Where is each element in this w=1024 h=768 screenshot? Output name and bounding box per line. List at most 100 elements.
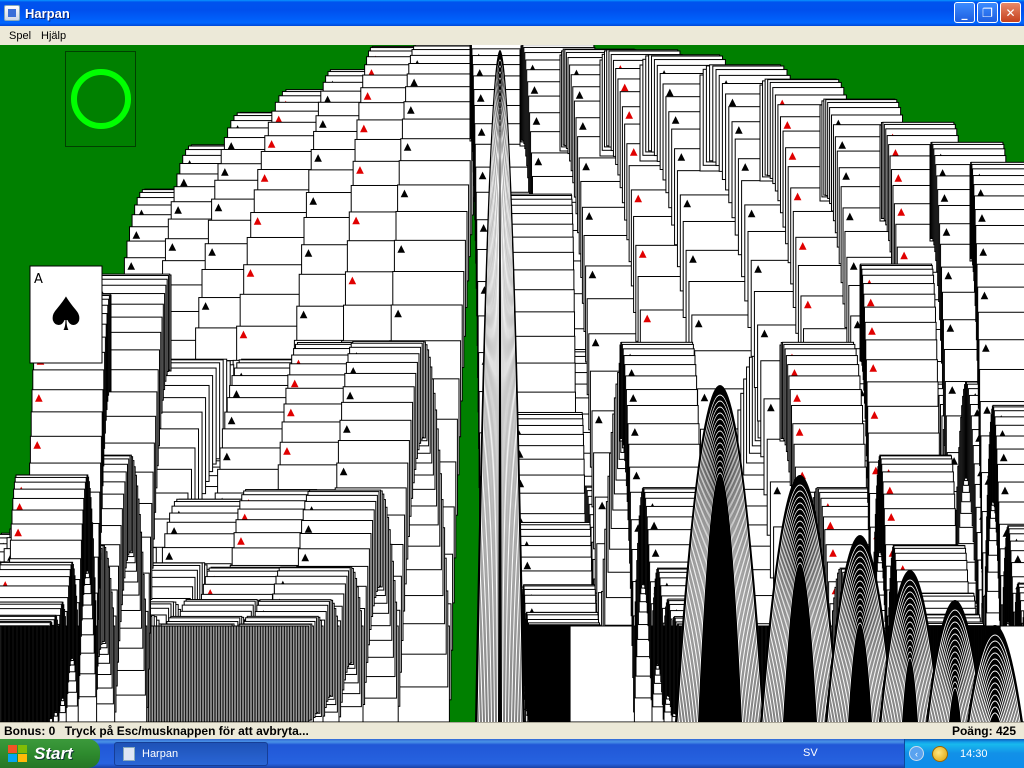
svg-text:▲: ▲ bbox=[941, 193, 949, 204]
ace-rank-label: A bbox=[34, 272, 43, 287]
svg-text:▲: ▲ bbox=[943, 227, 951, 238]
svg-text:▲: ▲ bbox=[595, 414, 603, 425]
svg-text:▲: ▲ bbox=[748, 208, 756, 219]
svg-text:▲: ▲ bbox=[174, 205, 182, 216]
start-label: Start bbox=[34, 744, 73, 764]
system-tray: SV ‹ 14:30 bbox=[803, 739, 1024, 768]
svg-text:▲: ▲ bbox=[283, 445, 291, 456]
spider-solitaire-icon bbox=[123, 747, 135, 761]
svg-text:▲: ▲ bbox=[531, 85, 539, 96]
svg-text:▲: ▲ bbox=[598, 500, 606, 511]
svg-text:▲: ▲ bbox=[783, 120, 791, 131]
svg-text:▲: ▲ bbox=[981, 290, 989, 301]
spider-solitaire-icon bbox=[4, 5, 20, 21]
svg-text:▲: ▲ bbox=[982, 343, 990, 354]
svg-text:▲: ▲ bbox=[978, 213, 986, 224]
status-bar: Bonus: 0 Tryck på Esc/musknappen för att… bbox=[0, 722, 1024, 739]
svg-text:▲: ▲ bbox=[804, 299, 812, 310]
network-globe-icon[interactable] bbox=[932, 745, 948, 762]
svg-text:▲: ▲ bbox=[1001, 485, 1009, 496]
svg-text:▲: ▲ bbox=[794, 191, 802, 202]
svg-text:▲: ▲ bbox=[639, 248, 647, 259]
restore-button[interactable]: ❐ bbox=[977, 2, 998, 23]
ace-of-spades-card: A♠ bbox=[29, 265, 103, 364]
svg-text:▲: ▲ bbox=[346, 390, 354, 401]
svg-text:▲: ▲ bbox=[979, 247, 987, 258]
svg-text:▲: ▲ bbox=[305, 248, 313, 259]
svg-text:▲: ▲ bbox=[221, 167, 229, 178]
close-button[interactable]: ✕ bbox=[1000, 2, 1021, 23]
svg-text:▲: ▲ bbox=[631, 427, 639, 438]
svg-text:▲: ▲ bbox=[261, 173, 269, 184]
window-controls: _ ❐ ✕ bbox=[954, 2, 1021, 23]
svg-text:▲: ▲ bbox=[35, 393, 43, 404]
svg-text:▲: ▲ bbox=[208, 247, 216, 258]
svg-text:▲: ▲ bbox=[478, 127, 486, 138]
svg-text:▲: ▲ bbox=[695, 318, 703, 329]
svg-text:▲: ▲ bbox=[767, 402, 775, 413]
svg-text:▲: ▲ bbox=[630, 147, 638, 158]
game-board[interactable]: ▲ ▲ ▲ ▲ ▲ ▲ ▲ ▲ ▲ ▲ ▲ ▲ ▲ ▲ ▲ ▲ ▲ ▲ ▲ ▲ ▲ ▲ ▲ ▲ ▲ ▲ ▲ ▲ ▲ ▲ ▲ ▲ ▲ ▲ ▲ ▲ ▲ ▲ ▲ ▲… bbox=[0, 45, 1024, 722]
card-cascade-animation: ▲ ▲ ▲ ▲ ▲ ▲ ▲ ▲ ▲ ▲ ▲ ▲ ▲ ▲ ▲ ▲ ▲ ▲ ▲ ▲ ▲ ▲ ▲ ▲ ▲ ▲ ▲ ▲ ▲ ▲ ▲ ▲ ▲ ▲ ▲ ▲ ▲ ▲ ▲ ▲… bbox=[0, 45, 1024, 722]
svg-text:▲: ▲ bbox=[652, 548, 660, 559]
svg-text:▲: ▲ bbox=[761, 328, 769, 339]
svg-text:▲: ▲ bbox=[340, 466, 348, 477]
svg-text:▲: ▲ bbox=[14, 527, 22, 538]
svg-text:▲: ▲ bbox=[480, 223, 488, 234]
svg-text:▲: ▲ bbox=[291, 378, 299, 389]
svg-text:▲: ▲ bbox=[576, 90, 584, 101]
svg-text:▲: ▲ bbox=[237, 536, 245, 547]
window-title: Harpan bbox=[25, 6, 70, 21]
svg-text:▲: ▲ bbox=[625, 110, 633, 121]
svg-text:▲: ▲ bbox=[683, 198, 691, 209]
svg-text:▲: ▲ bbox=[407, 105, 415, 116]
svg-text:▲: ▲ bbox=[643, 313, 651, 324]
svg-text:▲: ▲ bbox=[223, 451, 231, 462]
title-bar[interactable]: Harpan _ ❐ ✕ bbox=[0, 0, 1024, 26]
svg-text:▲: ▲ bbox=[634, 193, 642, 204]
svg-text:▲: ▲ bbox=[589, 269, 597, 280]
svg-text:▲: ▲ bbox=[897, 207, 905, 218]
svg-text:▲: ▲ bbox=[397, 243, 405, 254]
svg-text:▲: ▲ bbox=[799, 240, 807, 251]
svg-text:▲: ▲ bbox=[33, 439, 41, 450]
svg-text:▲: ▲ bbox=[228, 415, 236, 426]
svg-text:▲: ▲ bbox=[773, 485, 781, 496]
show-hidden-icons-icon[interactable]: ‹ bbox=[909, 746, 924, 761]
taskbar: Start Harpan SV ‹ 14:30 bbox=[0, 739, 1024, 768]
svg-text:▲: ▲ bbox=[401, 188, 409, 199]
score-text: Poäng: 425 bbox=[952, 724, 1016, 738]
spade-icon: ♠ bbox=[45, 287, 86, 341]
svg-text:▲: ▲ bbox=[240, 329, 248, 340]
taskbar-item-harpan[interactable]: Harpan bbox=[114, 742, 268, 766]
svg-text:▲: ▲ bbox=[983, 405, 991, 416]
svg-text:▲: ▲ bbox=[900, 250, 908, 261]
svg-text:▲: ▲ bbox=[789, 151, 797, 162]
minimize-button[interactable]: _ bbox=[954, 2, 975, 23]
svg-text:▲: ▲ bbox=[254, 216, 262, 227]
status-message: Tryck på Esc/musknappen för att avbryta.… bbox=[65, 724, 309, 738]
svg-text:▲: ▲ bbox=[945, 270, 953, 281]
svg-text:▲: ▲ bbox=[287, 407, 295, 418]
svg-text:▲: ▲ bbox=[301, 552, 309, 563]
svg-text:▲: ▲ bbox=[364, 91, 372, 102]
svg-text:▲: ▲ bbox=[309, 196, 317, 207]
start-button[interactable]: Start bbox=[0, 739, 100, 768]
svg-text:▲: ▲ bbox=[523, 560, 531, 571]
svg-text:▲: ▲ bbox=[127, 261, 135, 272]
menu-spel[interactable]: Spel bbox=[4, 30, 36, 42]
svg-text:▲: ▲ bbox=[895, 173, 903, 184]
svg-text:▲: ▲ bbox=[582, 161, 590, 172]
bonus-text: Bonus: 0 bbox=[4, 724, 55, 738]
clock: 14:30 bbox=[960, 748, 988, 760]
svg-text:▲: ▲ bbox=[585, 210, 593, 221]
svg-text:▲: ▲ bbox=[946, 323, 954, 334]
svg-text:▲: ▲ bbox=[215, 202, 223, 213]
svg-text:▲: ▲ bbox=[168, 242, 176, 253]
language-indicator[interactable]: SV bbox=[803, 747, 818, 759]
svg-text:▲: ▲ bbox=[850, 260, 858, 271]
svg-text:▲: ▲ bbox=[394, 308, 402, 319]
svg-text:▲: ▲ bbox=[479, 170, 487, 181]
menu-hjalp[interactable]: Hjälp bbox=[36, 30, 71, 42]
svg-text:▲: ▲ bbox=[796, 427, 804, 438]
